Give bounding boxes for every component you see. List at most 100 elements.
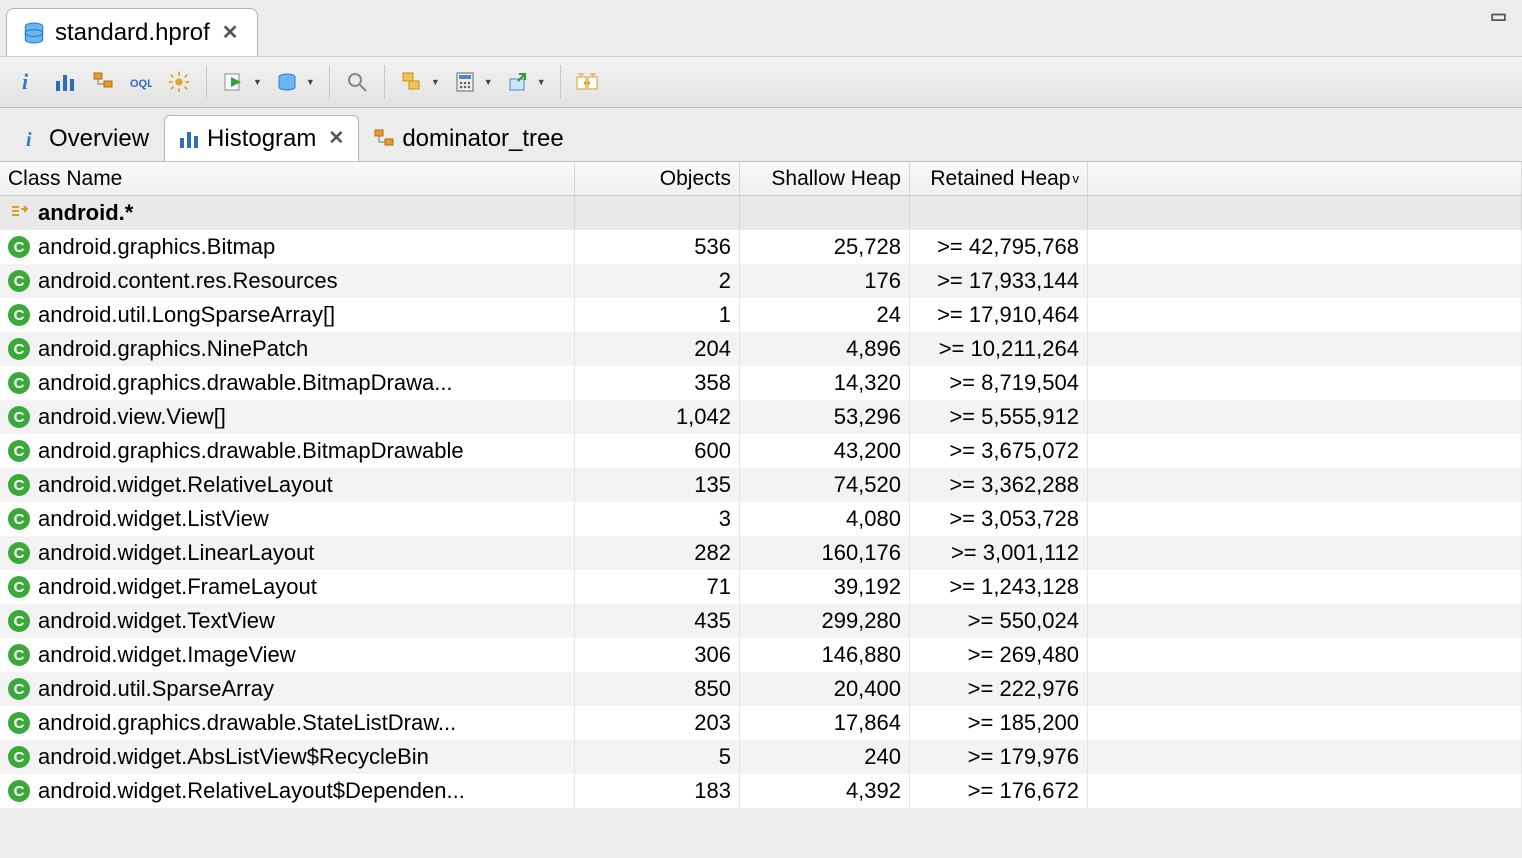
cell-retained: >= 17,910,464 [910,298,1088,332]
table-row[interactable]: Candroid.graphics.drawable.BitmapDrawa..… [0,366,1522,400]
editor-tab[interactable]: standard.hprof ✕ [6,8,258,56]
oql-icon[interactable]: OQL [124,65,158,99]
cell-retained: >= 17,933,144 [910,264,1088,298]
compare-icon[interactable] [571,65,605,99]
table-row[interactable]: Candroid.graphics.drawable.BitmapDrawabl… [0,434,1522,468]
cell-objects: 536 [575,230,740,264]
cell-retained: >= 8,719,504 [910,366,1088,400]
cell-classname: Candroid.widget.TextView [0,604,575,638]
class-icon: C [8,338,30,360]
class-name-text: android.util.SparseArray [38,676,274,702]
class-name-text: android.widget.RelativeLayout$Dependen..… [38,778,465,804]
table-row[interactable]: Candroid.widget.TextView435299,280>= 550… [0,604,1522,638]
cell-empty [1088,536,1522,570]
cell-classname: Candroid.graphics.NinePatch [0,332,575,366]
class-icon: C [8,576,30,598]
cell-empty [1088,264,1522,298]
cell-empty [1088,230,1522,264]
tab-label: Histogram [207,125,316,153]
cell-objects: 306 [575,638,740,672]
filter-shallow-cell[interactable] [740,196,910,230]
table-row[interactable]: Candroid.widget.RelativeLayout13574,520>… [0,468,1522,502]
class-icon: C [8,678,30,700]
cell-classname: Candroid.graphics.drawable.BitmapDrawa..… [0,366,575,400]
close-icon[interactable]: ✕ [328,127,344,150]
filter-objects-cell[interactable] [575,196,740,230]
cell-retained: >= 185,200 [910,706,1088,740]
table-row[interactable]: Candroid.widget.RelativeLayout$Dependen.… [0,774,1522,808]
table-row[interactable]: Candroid.widget.FrameLayout7139,192>= 1,… [0,570,1522,604]
cell-classname: Candroid.view.View[] [0,400,575,434]
class-name-text: android.graphics.Bitmap [38,234,275,260]
class-name-text: android.graphics.NinePatch [38,336,308,362]
cell-classname: Candroid.widget.AbsListView$RecycleBin [0,740,575,774]
cell-retained: >= 179,976 [910,740,1088,774]
class-name-text: android.graphics.drawable.BitmapDrawable [38,438,464,464]
run-report-icon[interactable] [217,65,251,99]
table-row[interactable]: Candroid.widget.AbsListView$RecycleBin52… [0,740,1522,774]
info-icon[interactable]: i [10,65,44,99]
cell-empty [1088,706,1522,740]
cell-shallow: 17,864 [740,706,910,740]
cell-retained: >= 5,555,912 [910,400,1088,434]
toolbar-separator [206,65,207,99]
close-icon[interactable]: ✕ [218,20,243,45]
query-db-icon[interactable] [270,65,304,99]
table-row[interactable]: Candroid.graphics.Bitmap53625,728>= 42,7… [0,230,1522,264]
cell-classname: Candroid.widget.RelativeLayout$Dependen.… [0,774,575,808]
table-row[interactable]: Candroid.widget.ListView34,080>= 3,053,7… [0,502,1522,536]
cell-objects: 204 [575,332,740,366]
dropdown-arrow-icon[interactable]: ▼ [537,77,546,87]
cell-retained: >= 10,211,264 [910,332,1088,366]
column-header-shallow[interactable]: Shallow Heap [740,162,910,195]
cell-objects: 2 [575,264,740,298]
cell-shallow: 299,280 [740,604,910,638]
column-header-classname[interactable]: Class Name [0,162,575,195]
tab-label: dominator_tree [402,125,563,153]
toolbar-separator [384,65,385,99]
toolbar-separator [560,65,561,99]
tab-overview[interactable]: i Overview [6,115,164,161]
cell-shallow: 53,296 [740,400,910,434]
filter-classname-cell[interactable]: android.* [0,196,575,230]
export-icon[interactable] [501,65,535,99]
table-row[interactable]: Candroid.view.View[]1,04253,296>= 5,555,… [0,400,1522,434]
class-icon: C [8,508,30,530]
dominator-tree-icon[interactable] [86,65,120,99]
calculator-icon[interactable] [448,65,482,99]
cell-shallow: 14,320 [740,366,910,400]
table-row[interactable]: Candroid.util.LongSparseArray[]124>= 17,… [0,298,1522,332]
cell-shallow: 25,728 [740,230,910,264]
column-header-retained[interactable]: Retained Heapv [910,162,1088,195]
table-row[interactable]: Candroid.widget.LinearLayout282160,176>=… [0,536,1522,570]
filter-retained-cell[interactable] [910,196,1088,230]
group-icon[interactable] [395,65,429,99]
column-header-objects[interactable]: Objects [575,162,740,195]
histogram-icon[interactable] [48,65,82,99]
table-row[interactable]: Candroid.widget.ImageView306146,880>= 26… [0,638,1522,672]
dropdown-arrow-icon[interactable]: ▼ [253,77,262,87]
dropdown-arrow-icon[interactable]: ▼ [306,77,315,87]
cell-objects: 850 [575,672,740,706]
table-row[interactable]: Candroid.util.SparseArray85020,400>= 222… [0,672,1522,706]
cell-retained: >= 269,480 [910,638,1088,672]
minimize-icon[interactable]: ▭ [1490,6,1508,27]
dropdown-arrow-icon[interactable]: ▼ [431,77,440,87]
cell-objects: 435 [575,604,740,638]
gear-icon[interactable] [162,65,196,99]
filter-row[interactable]: android.* [0,196,1522,230]
tab-histogram[interactable]: Histogram ✕ [164,115,359,161]
table-row[interactable]: Candroid.graphics.drawable.StateListDraw… [0,706,1522,740]
table-row[interactable]: Candroid.graphics.NinePatch2044,896>= 10… [0,332,1522,366]
tab-dominator-tree[interactable]: dominator_tree [359,115,578,161]
cell-objects: 600 [575,434,740,468]
dropdown-arrow-icon[interactable]: ▼ [484,77,493,87]
search-icon[interactable] [340,65,374,99]
cell-objects: 5 [575,740,740,774]
cell-classname: Candroid.util.SparseArray [0,672,575,706]
cell-retained: >= 3,001,112 [910,536,1088,570]
cell-classname: Candroid.graphics.drawable.StateListDraw… [0,706,575,740]
table-body: android.* Candroid.graphics.Bitmap 53625,7… [0,196,1522,808]
cell-retained: >= 222,976 [910,672,1088,706]
table-row[interactable]: Candroid.content.res.Resources2176>= 17,… [0,264,1522,298]
